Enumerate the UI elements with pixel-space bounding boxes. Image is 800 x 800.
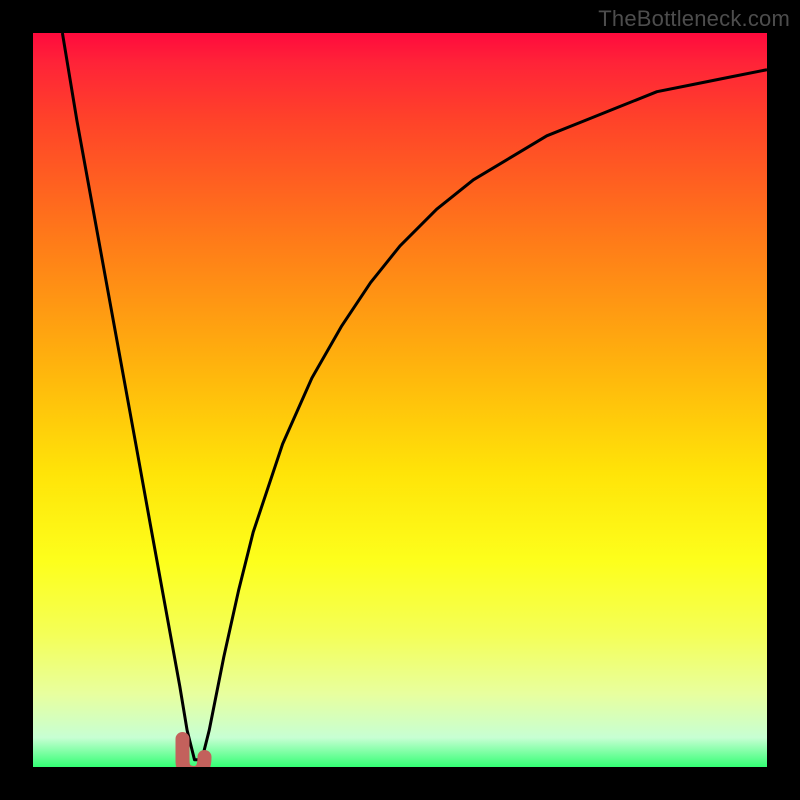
plot-area [33,33,767,767]
curve-layer [33,33,767,767]
bottleneck-curve [62,33,767,760]
chart-frame: TheBottleneck.com [0,0,800,800]
watermark-text: TheBottleneck.com [598,6,790,32]
